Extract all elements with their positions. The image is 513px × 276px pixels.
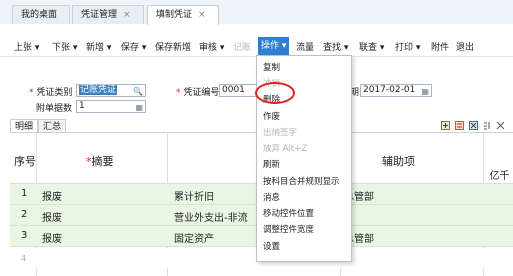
close-icon[interactable]: × [198, 10, 206, 20]
attachments-field[interactable]: 1 ▦ [76, 100, 146, 113]
cell-seq: 2 [21, 209, 28, 220]
voucher-type-value: 记账凭证 [79, 85, 118, 95]
add-button[interactable]: 新增 ▾ [86, 40, 111, 53]
date-field[interactable]: 2017-02-01 ▦ [360, 84, 432, 97]
close-icon[interactable]: × [123, 10, 131, 20]
voucher-type-label-text: 凭证类别 [36, 88, 73, 98]
next-button[interactable]: 下张 ▾ [52, 40, 77, 53]
menu-item-move-control[interactable]: 移动控件位置 [263, 207, 314, 219]
tab-bar: 我的桌面 凭证管理 × 填制凭证 × [0, 0, 513, 25]
voucher-type-field[interactable]: 记账凭证 🔍 [76, 84, 146, 97]
menu-item-message[interactable]: 消息 [263, 191, 280, 203]
menu-item-merge-by-account[interactable]: 按科目合并规则显示 [263, 175, 340, 187]
header-summary-text: 摘要 [91, 155, 114, 168]
add-row-icon[interactable] [441, 121, 450, 130]
cell-summary[interactable]: 报废 [42, 209, 62, 224]
tab-label: 我的桌面 [21, 10, 58, 20]
cashflow-button[interactable]: 流量 [296, 40, 314, 53]
audit-button[interactable]: 审核 ▾ [199, 40, 224, 53]
attachments-label: 附单据数 [36, 104, 73, 114]
cell-seq: 3 [21, 230, 28, 241]
voucher-no-label-text: 凭证编号 [183, 88, 220, 98]
menu-item-refresh[interactable]: 刷新 [263, 158, 280, 170]
save-and-add-button[interactable]: 保存新增 [155, 40, 191, 53]
cell-account[interactable]: 固定资产 [174, 230, 214, 245]
voucher-no-label: * 凭证编号 [176, 85, 219, 98]
cell-account[interactable]: 营业外支出-非流 [174, 209, 248, 224]
date-value: 2017-02-01 [363, 85, 416, 95]
subtab-label: 明细 [14, 122, 33, 132]
header-summary: *摘要 [86, 153, 114, 169]
cell-summary[interactable]: 报废 [42, 188, 62, 203]
tab-my-desktop[interactable]: 我的桌面 [12, 5, 70, 24]
header-aux: 辅助项 [382, 155, 415, 168]
save-button[interactable]: 保存 ▾ [121, 40, 146, 53]
options-icon[interactable] [496, 121, 505, 130]
menu-item-void[interactable]: 作废 [263, 110, 280, 122]
tab-label: 填制凭证 [156, 10, 193, 20]
tab-label: 凭证管理 [81, 10, 118, 20]
print-button[interactable]: 打印 ▾ [395, 40, 420, 53]
find-button[interactable]: 查找 ▾ [323, 40, 348, 53]
delete-row-icon[interactable] [469, 121, 478, 130]
cell-seq: 4 [21, 254, 27, 263]
linked-query-button[interactable]: 联查 ▾ [359, 40, 384, 53]
menu-item-cashier-sign[interactable]: 出纳签字 [263, 126, 297, 138]
cell-summary[interactable]: 报废 [42, 230, 62, 245]
calendar-icon[interactable]: ▦ [421, 86, 429, 97]
header-seq: 序号 [14, 155, 36, 168]
tab-voucher-management[interactable]: 凭证管理 × [72, 5, 144, 24]
attachments-value: 1 [79, 101, 85, 111]
annotation-circle [255, 82, 295, 104]
voucher-type-label: * 凭证类别 [29, 85, 72, 98]
prev-button[interactable]: 上张 ▾ [14, 40, 39, 53]
cell-seq: 1 [21, 188, 28, 199]
menu-item-settings[interactable]: 设置 [263, 240, 280, 252]
voucher-no-value: 0001 [222, 85, 245, 95]
tab-fill-voucher[interactable]: 填制凭证 × [147, 5, 219, 25]
menu-item-abandon[interactable]: 放弃 Alt+Z [263, 142, 307, 154]
menu-item-adjust-width[interactable]: 调整控件宽度 [263, 223, 314, 235]
menu-item-copy[interactable]: 复制 [263, 61, 280, 73]
search-icon[interactable]: 🔍 [133, 86, 143, 97]
operation-button[interactable]: 操作 ▾ [258, 37, 290, 55]
subtab-label: 汇总 [42, 122, 61, 132]
post-button[interactable]: 记账 [233, 40, 251, 53]
attachment-button[interactable]: 附件 [431, 40, 449, 53]
insert-row-icon[interactable] [455, 121, 464, 130]
voucher-no-field[interactable]: 0001 [219, 84, 259, 97]
column-settings-icon[interactable] [483, 121, 492, 130]
cell-account[interactable]: 累计折旧 [174, 188, 214, 203]
calculator-icon[interactable]: ▦ [135, 102, 143, 113]
exit-button[interactable]: 退出 [456, 40, 474, 53]
toolbar: 上张 ▾ 下张 ▾ 新增 ▾ 保存 ▾ 保存新增 审核 ▾ 记账 操作 ▾ 流量… [0, 36, 513, 57]
